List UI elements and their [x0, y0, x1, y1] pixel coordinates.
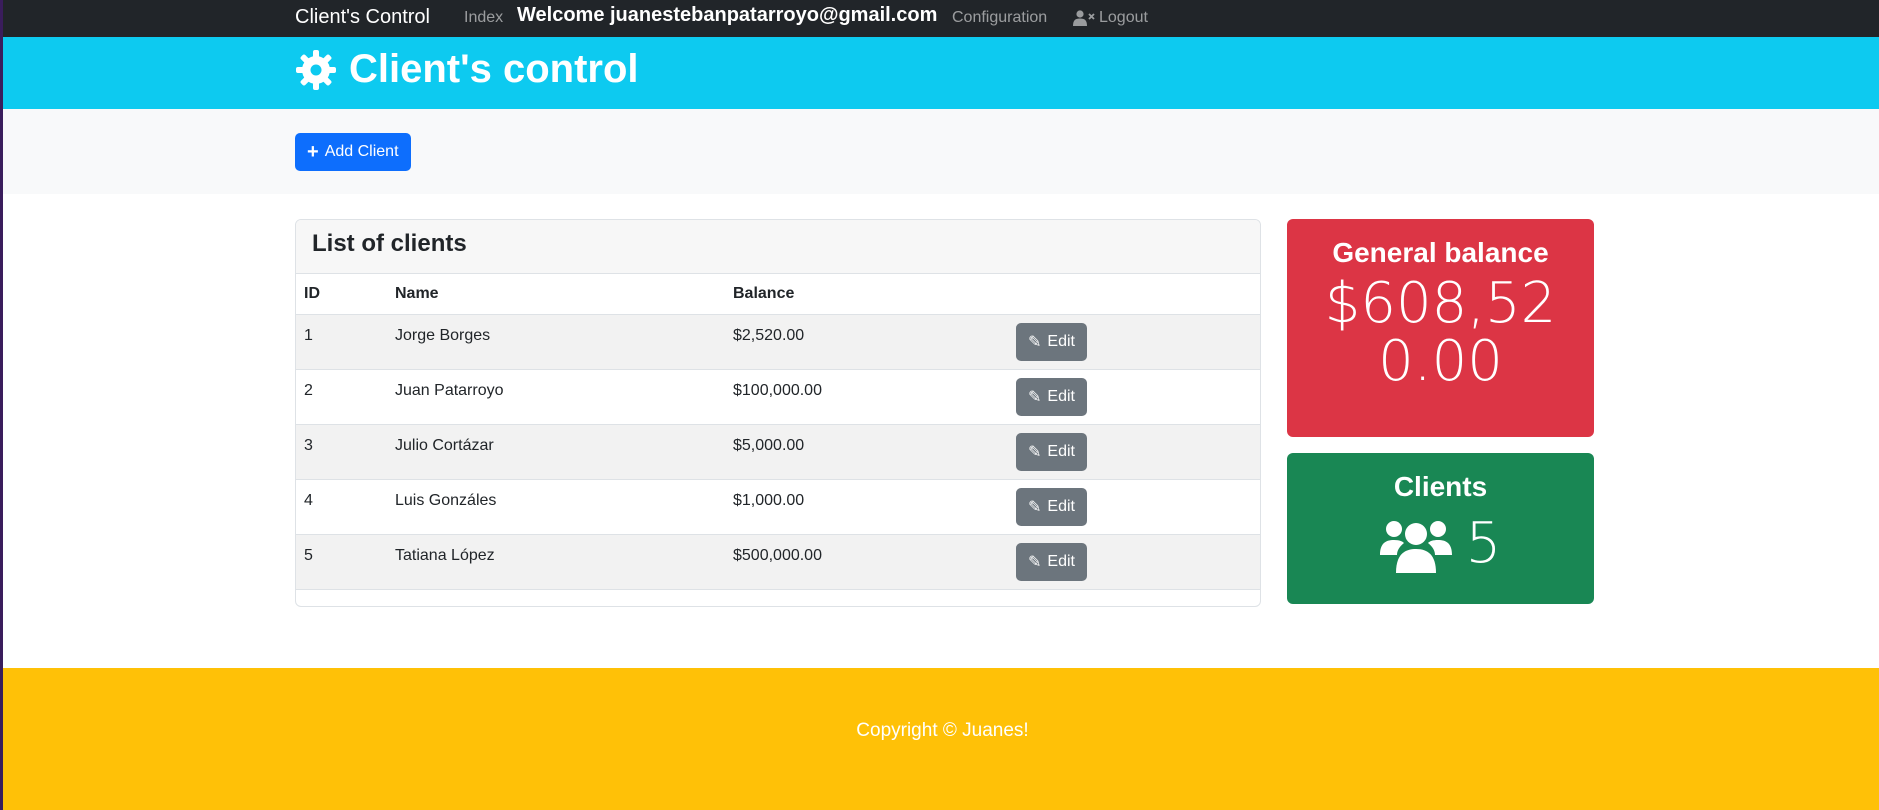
column-header-id: ID: [296, 274, 387, 315]
edit-button[interactable]: ✎ Edit: [1016, 377, 1087, 416]
page-footer: Copyright © Juanes!: [3, 668, 1879, 810]
index-link[interactable]: Index: [464, 9, 503, 27]
client-name: Luis Gonzáles: [387, 479, 725, 535]
client-name: Julio Cortázar: [387, 424, 725, 480]
table-row: 1 Jorge Borges $2,520.00 ✎ Edit: [296, 314, 1260, 370]
client-name: Juan Patarroyo: [387, 369, 725, 425]
configuration-link[interactable]: Configuration: [952, 9, 1047, 27]
row-actions: ✎ Edit: [1008, 479, 1260, 535]
user-times-icon: [1073, 10, 1095, 26]
client-balance: $5,000.00: [725, 424, 1008, 480]
edit-label: Edit: [1047, 387, 1075, 405]
client-balance: $100,000.00: [725, 369, 1008, 425]
column-header-actions: [1008, 274, 1260, 315]
actions-bar: + Add Client: [3, 109, 1879, 194]
copyright-text: Copyright © Juanes!: [856, 720, 1029, 741]
table-row: 3 Julio Cortázar $5,000.00 ✎ Edit: [296, 424, 1260, 480]
clients-list-title: List of clients: [296, 220, 1260, 274]
edit-label: Edit: [1047, 497, 1075, 515]
general-balance-value: $608,520.00: [1324, 271, 1557, 394]
edit-button[interactable]: ✎ Edit: [1016, 542, 1087, 581]
client-balance: $500,000.00: [725, 534, 1008, 590]
client-name: Tatiana López: [387, 534, 725, 590]
client-id: 1: [296, 314, 387, 370]
client-id: 3: [296, 424, 387, 480]
pencil-icon: ✎: [1028, 553, 1042, 571]
pencil-icon: ✎: [1028, 388, 1042, 406]
brand-link[interactable]: Client's Control: [295, 6, 430, 29]
edit-label: Edit: [1047, 552, 1075, 570]
general-balance-card: General balance $608,520.00: [1287, 219, 1594, 437]
clients-count-card: Clients 5: [1287, 453, 1594, 604]
logout-label: Logout: [1099, 9, 1148, 26]
welcome-text: Welcome juanestebanpatarroyo@gmail.com: [517, 4, 938, 26]
clients-list-card: List of clients ID Name Balance 1 Jorge …: [295, 219, 1261, 607]
clients-table: ID Name Balance 1 Jorge Borges $2,520.00…: [296, 274, 1260, 590]
plus-icon: +: [307, 141, 319, 163]
edit-button[interactable]: ✎ Edit: [1016, 432, 1087, 471]
client-id: 2: [296, 369, 387, 425]
edit-button[interactable]: ✎ Edit: [1016, 322, 1087, 361]
clients-count-label: Clients: [1393, 471, 1488, 502]
client-balance: $1,000.00: [725, 479, 1008, 535]
add-client-button[interactable]: + Add Client: [295, 133, 411, 171]
pencil-icon: ✎: [1028, 498, 1042, 516]
edit-label: Edit: [1047, 442, 1075, 460]
client-id: 5: [296, 534, 387, 590]
page-title-text: Client's control: [349, 47, 639, 91]
gear-icon: [296, 49, 336, 90]
client-name: Jorge Borges: [387, 314, 725, 370]
page-header: Client's control: [3, 37, 1879, 109]
column-header-name: Name: [387, 274, 725, 315]
edit-button[interactable]: ✎ Edit: [1016, 487, 1087, 526]
row-actions: ✎ Edit: [1008, 314, 1260, 370]
client-balance: $2,520.00: [725, 314, 1008, 370]
logout-link[interactable]: Logout: [1073, 9, 1148, 27]
add-client-label: Add Client: [324, 143, 399, 160]
row-actions: ✎ Edit: [1008, 369, 1260, 425]
users-icon: [1379, 520, 1452, 573]
pencil-icon: ✎: [1028, 333, 1042, 351]
clients-count-value: 5: [1465, 511, 1502, 576]
general-balance-label: General balance: [1332, 237, 1549, 268]
table-row: 4 Luis Gonzáles $1,000.00 ✎ Edit: [296, 479, 1260, 535]
client-id: 4: [296, 479, 387, 535]
pencil-icon: ✎: [1028, 443, 1042, 461]
row-actions: ✎ Edit: [1008, 424, 1260, 480]
column-header-balance: Balance: [725, 274, 1008, 315]
edit-label: Edit: [1047, 332, 1075, 350]
page-title: Client's control: [295, 47, 639, 92]
top-navbar: Client's Control Index Welcome juanesteb…: [3, 0, 1879, 37]
table-row: 5 Tatiana López $500,000.00 ✎ Edit: [296, 534, 1260, 590]
table-row: 2 Juan Patarroyo $100,000.00 ✎ Edit: [296, 369, 1260, 425]
row-actions: ✎ Edit: [1008, 534, 1260, 590]
